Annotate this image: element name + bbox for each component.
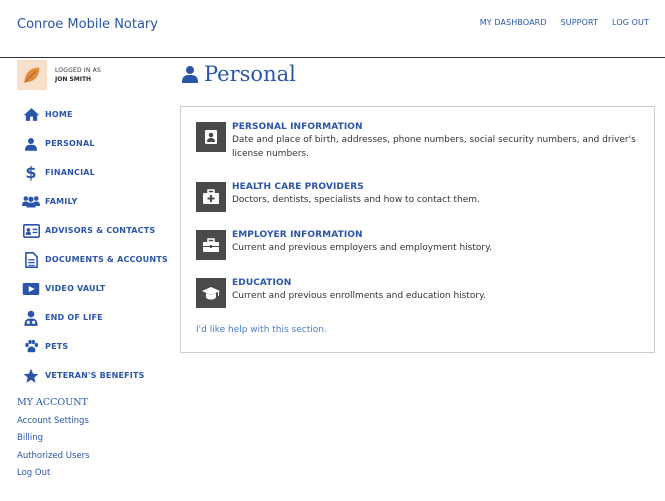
section-health-care-providers: HEALTH CARE PROVIDERS Doctors, dentists,…: [196, 182, 647, 212]
person-icon: [182, 65, 198, 83]
authorized-users-link[interactable]: Authorized Users: [17, 448, 90, 465]
section-description: Date and place of birth, addresses, phon…: [232, 135, 636, 159]
person-icon: [22, 135, 40, 153]
account-log-out-link[interactable]: Log Out: [17, 465, 90, 482]
log-out-link[interactable]: LOG OUT: [612, 18, 649, 27]
support-link[interactable]: SUPPORT: [561, 18, 598, 27]
account-settings-link[interactable]: Account Settings: [17, 413, 90, 430]
star-icon: [22, 367, 40, 385]
help-link[interactable]: I'd like help with this section.: [196, 325, 327, 335]
family-icon: [22, 193, 40, 211]
sidebar-item-family[interactable]: FAMILY: [22, 187, 172, 216]
svg-text:$: $: [25, 164, 36, 181]
contact-card-icon: [22, 222, 40, 240]
section-title-link[interactable]: HEALTH CARE PROVIDERS: [232, 182, 647, 192]
dollar-icon: $: [22, 164, 40, 182]
my-account-section: MY ACCOUNT Account Settings Billing Auth…: [17, 397, 90, 482]
top-nav: MY DASHBOARD SUPPORT LOG OUT: [480, 18, 649, 27]
id-person-icon: [196, 122, 226, 152]
sidebar-item-label: PETS: [45, 342, 69, 351]
sidebar-item-veterans-benefits[interactable]: VETERAN'S BENEFITS: [22, 361, 172, 390]
logged-in-label: LOGGED IN AS: [55, 67, 101, 74]
sidebar-item-home[interactable]: HOME: [22, 100, 172, 129]
sidebar-item-pets[interactable]: PETS: [22, 332, 172, 361]
graduation-cap-icon: [196, 278, 226, 308]
sidebar-item-video-vault[interactable]: VIDEO VAULT: [22, 274, 172, 303]
header-divider: [0, 57, 665, 58]
home-icon: [22, 106, 40, 124]
sidebar-item-label: PERSONAL: [45, 139, 95, 148]
sidebar-nav: HOME PERSONAL $ FINANCIAL FAMILY ADVISOR…: [22, 100, 172, 390]
user-box: LOGGED IN AS JON SMITH: [17, 60, 101, 90]
sidebar-item-label: FAMILY: [45, 197, 78, 206]
sidebar-item-label: VIDEO VAULT: [45, 284, 106, 293]
section-description: Current and previous employers and emplo…: [232, 243, 493, 253]
sidebar-item-label: END OF LIFE: [45, 313, 103, 322]
section-employer-information: EMPLOYER INFORMATION Current and previou…: [196, 230, 647, 260]
doctor-icon: [22, 309, 40, 327]
section-personal-information: PERSONAL INFORMATION Date and place of b…: [196, 122, 647, 161]
sidebar-item-documents-accounts[interactable]: DOCUMENTS & ACCOUNTS: [22, 245, 172, 274]
section-education: EDUCATION Current and previous enrollmen…: [196, 278, 647, 308]
user-name: JON SMITH: [55, 76, 92, 83]
section-title-link[interactable]: EMPLOYER INFORMATION: [232, 230, 647, 240]
sidebar-item-label: DOCUMENTS & ACCOUNTS: [45, 255, 168, 264]
sidebar-item-end-of-life[interactable]: END OF LIFE: [22, 303, 172, 332]
medical-kit-icon: [196, 182, 226, 212]
my-dashboard-link[interactable]: MY DASHBOARD: [480, 18, 547, 27]
briefcase-icon: [196, 230, 226, 260]
sections-panel: PERSONAL INFORMATION Date and place of b…: [180, 106, 655, 353]
document-icon: [22, 251, 40, 269]
section-description: Doctors, dentists, specialists and how t…: [232, 195, 480, 205]
brand-title[interactable]: Conroe Mobile Notary: [17, 17, 158, 32]
avatar: [17, 60, 47, 90]
billing-link[interactable]: Billing: [17, 430, 90, 447]
sidebar-item-advisors-contacts[interactable]: ADVISORS & CONTACTS: [22, 216, 172, 245]
sidebar-item-financial[interactable]: $ FINANCIAL: [22, 158, 172, 187]
page-title: Personal: [204, 62, 296, 86]
sidebar-item-label: HOME: [45, 110, 73, 119]
my-account-title: MY ACCOUNT: [17, 397, 88, 408]
sidebar-item-label: ADVISORS & CONTACTS: [45, 226, 156, 235]
section-title-link[interactable]: EDUCATION: [232, 278, 647, 288]
page-header: Personal: [182, 62, 296, 86]
section-title-link[interactable]: PERSONAL INFORMATION: [232, 122, 647, 132]
leaf-icon: [24, 67, 40, 83]
video-icon: [22, 280, 40, 298]
section-description: Current and previous enrollments and edu…: [232, 291, 486, 301]
sidebar-item-personal[interactable]: PERSONAL: [22, 129, 172, 158]
paw-icon: [22, 338, 40, 356]
sidebar-item-label: VETERAN'S BENEFITS: [45, 371, 145, 380]
sidebar-item-label: FINANCIAL: [45, 168, 95, 177]
